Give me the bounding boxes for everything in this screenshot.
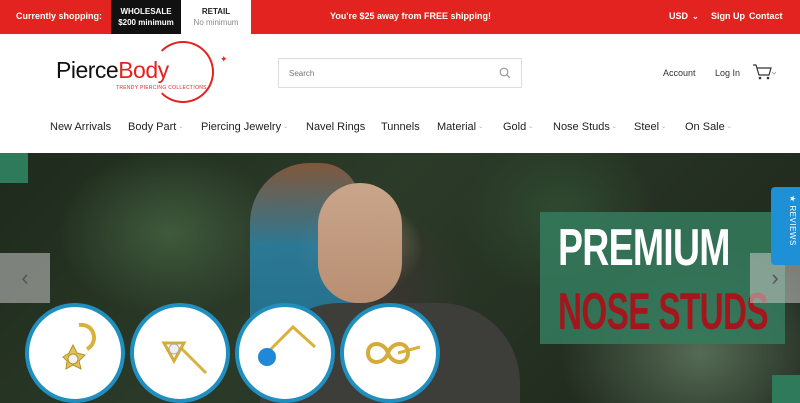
sparkle-icon: ✦ <box>220 54 228 64</box>
wholesale-minimum: $200 minimum <box>118 18 174 27</box>
hero-photo-face <box>318 183 402 303</box>
chevron-down-icon: ⌄ <box>611 124 617 130</box>
search-input[interactable] <box>279 59 479 87</box>
retail-mode-button[interactable]: RETAIL No minimum <box>181 0 251 34</box>
chevron-down-icon: ⌄ <box>178 124 184 130</box>
currently-shopping-label: Currently shopping: <box>16 11 102 21</box>
nav-item-body-part[interactable]: Body Part ⌄ <box>128 121 183 133</box>
product-thumb-trinity-stud[interactable] <box>130 303 230 403</box>
arrow-left-icon[interactable]: ‹ <box>0 253 50 303</box>
decorative-block <box>0 153 28 183</box>
chevron-down-icon: ⌄ <box>661 124 667 130</box>
logo-wordmark: PierceBody <box>56 57 169 83</box>
decorative-block <box>772 375 800 403</box>
cart-icon[interactable] <box>752 63 776 81</box>
contact-link[interactable]: Contact <box>749 11 783 21</box>
promo-headline-line1: PREMIUM <box>558 219 730 277</box>
search-box <box>278 58 522 88</box>
nav-item-material[interactable]: Material ⌄ <box>437 121 483 133</box>
sign-up-link[interactable]: Sign Up <box>711 11 745 21</box>
product-thumb-opal-stud[interactable] <box>235 303 335 403</box>
chevron-down-icon: ⌄ <box>692 12 699 21</box>
retail-minimum: No minimum <box>193 18 239 27</box>
site-logo[interactable]: PierceBody TRENDY PIERCING COLLECTIONS ✦ <box>56 40 236 110</box>
nav-item-piercing-jewelry[interactable]: Piercing Jewelry ⌄ <box>201 121 288 133</box>
search-icon[interactable] <box>499 67 511 79</box>
star-nose-stud-image <box>62 322 96 370</box>
wholesale-mode-button[interactable]: WHOLESALE $200 minimum <box>111 0 181 34</box>
wholesale-label: WHOLESALE <box>120 7 172 16</box>
infinity-nose-stud-image <box>365 342 421 364</box>
nav-item-on-sale[interactable]: On Sale ⌄ <box>685 121 732 133</box>
currency-selector[interactable]: USD ⌄ <box>669 11 699 21</box>
chevron-down-icon: ⌄ <box>478 124 484 130</box>
currency-value: USD <box>669 11 689 21</box>
nav-item-steel[interactable]: Steel ⌄ <box>634 121 666 133</box>
free-shipping-message: You're $25 away from FREE shipping! <box>330 11 492 21</box>
promo-panel: PREMIUM NOSE STUDS <box>540 212 785 344</box>
retail-label: RETAIL <box>201 7 231 16</box>
logo-tagline: TRENDY PIERCING COLLECTIONS <box>116 85 207 91</box>
reviews-tab-label: ★ REVIEWS <box>788 195 797 246</box>
chevron-down-icon: ⌄ <box>726 124 732 130</box>
chevron-down-icon: ⌄ <box>528 124 534 130</box>
product-thumb-star-stud[interactable] <box>25 303 125 403</box>
opal-nose-stud-image <box>258 324 317 366</box>
nav-item-tunnels[interactable]: Tunnels <box>381 121 420 133</box>
account-link[interactable]: Account <box>663 68 696 78</box>
nav-item-nose-studs[interactable]: Nose Studs ⌄ <box>553 121 617 133</box>
nav-item-gold[interactable]: Gold ⌄ <box>503 121 533 133</box>
product-thumb-infinity-stud[interactable] <box>340 303 440 403</box>
trinity-nose-stud-image <box>161 341 208 375</box>
hero-banner[interactable]: PREMIUM NOSE STUDS ‹ › ★ REVIEWS <box>0 153 800 403</box>
promo-headline-line2: NOSE STUDS <box>558 283 769 341</box>
nav-item-new-arrivals[interactable]: New Arrivals <box>50 121 111 133</box>
nav-item-navel-rings[interactable]: Navel Rings <box>306 121 365 133</box>
chevron-down-icon: ⌄ <box>283 124 289 130</box>
top-announcement-bar: Currently shopping: WHOLESALE $200 minim… <box>0 0 800 34</box>
login-link[interactable]: Log In <box>715 68 740 78</box>
reviews-tab[interactable]: ★ REVIEWS <box>771 187 800 265</box>
